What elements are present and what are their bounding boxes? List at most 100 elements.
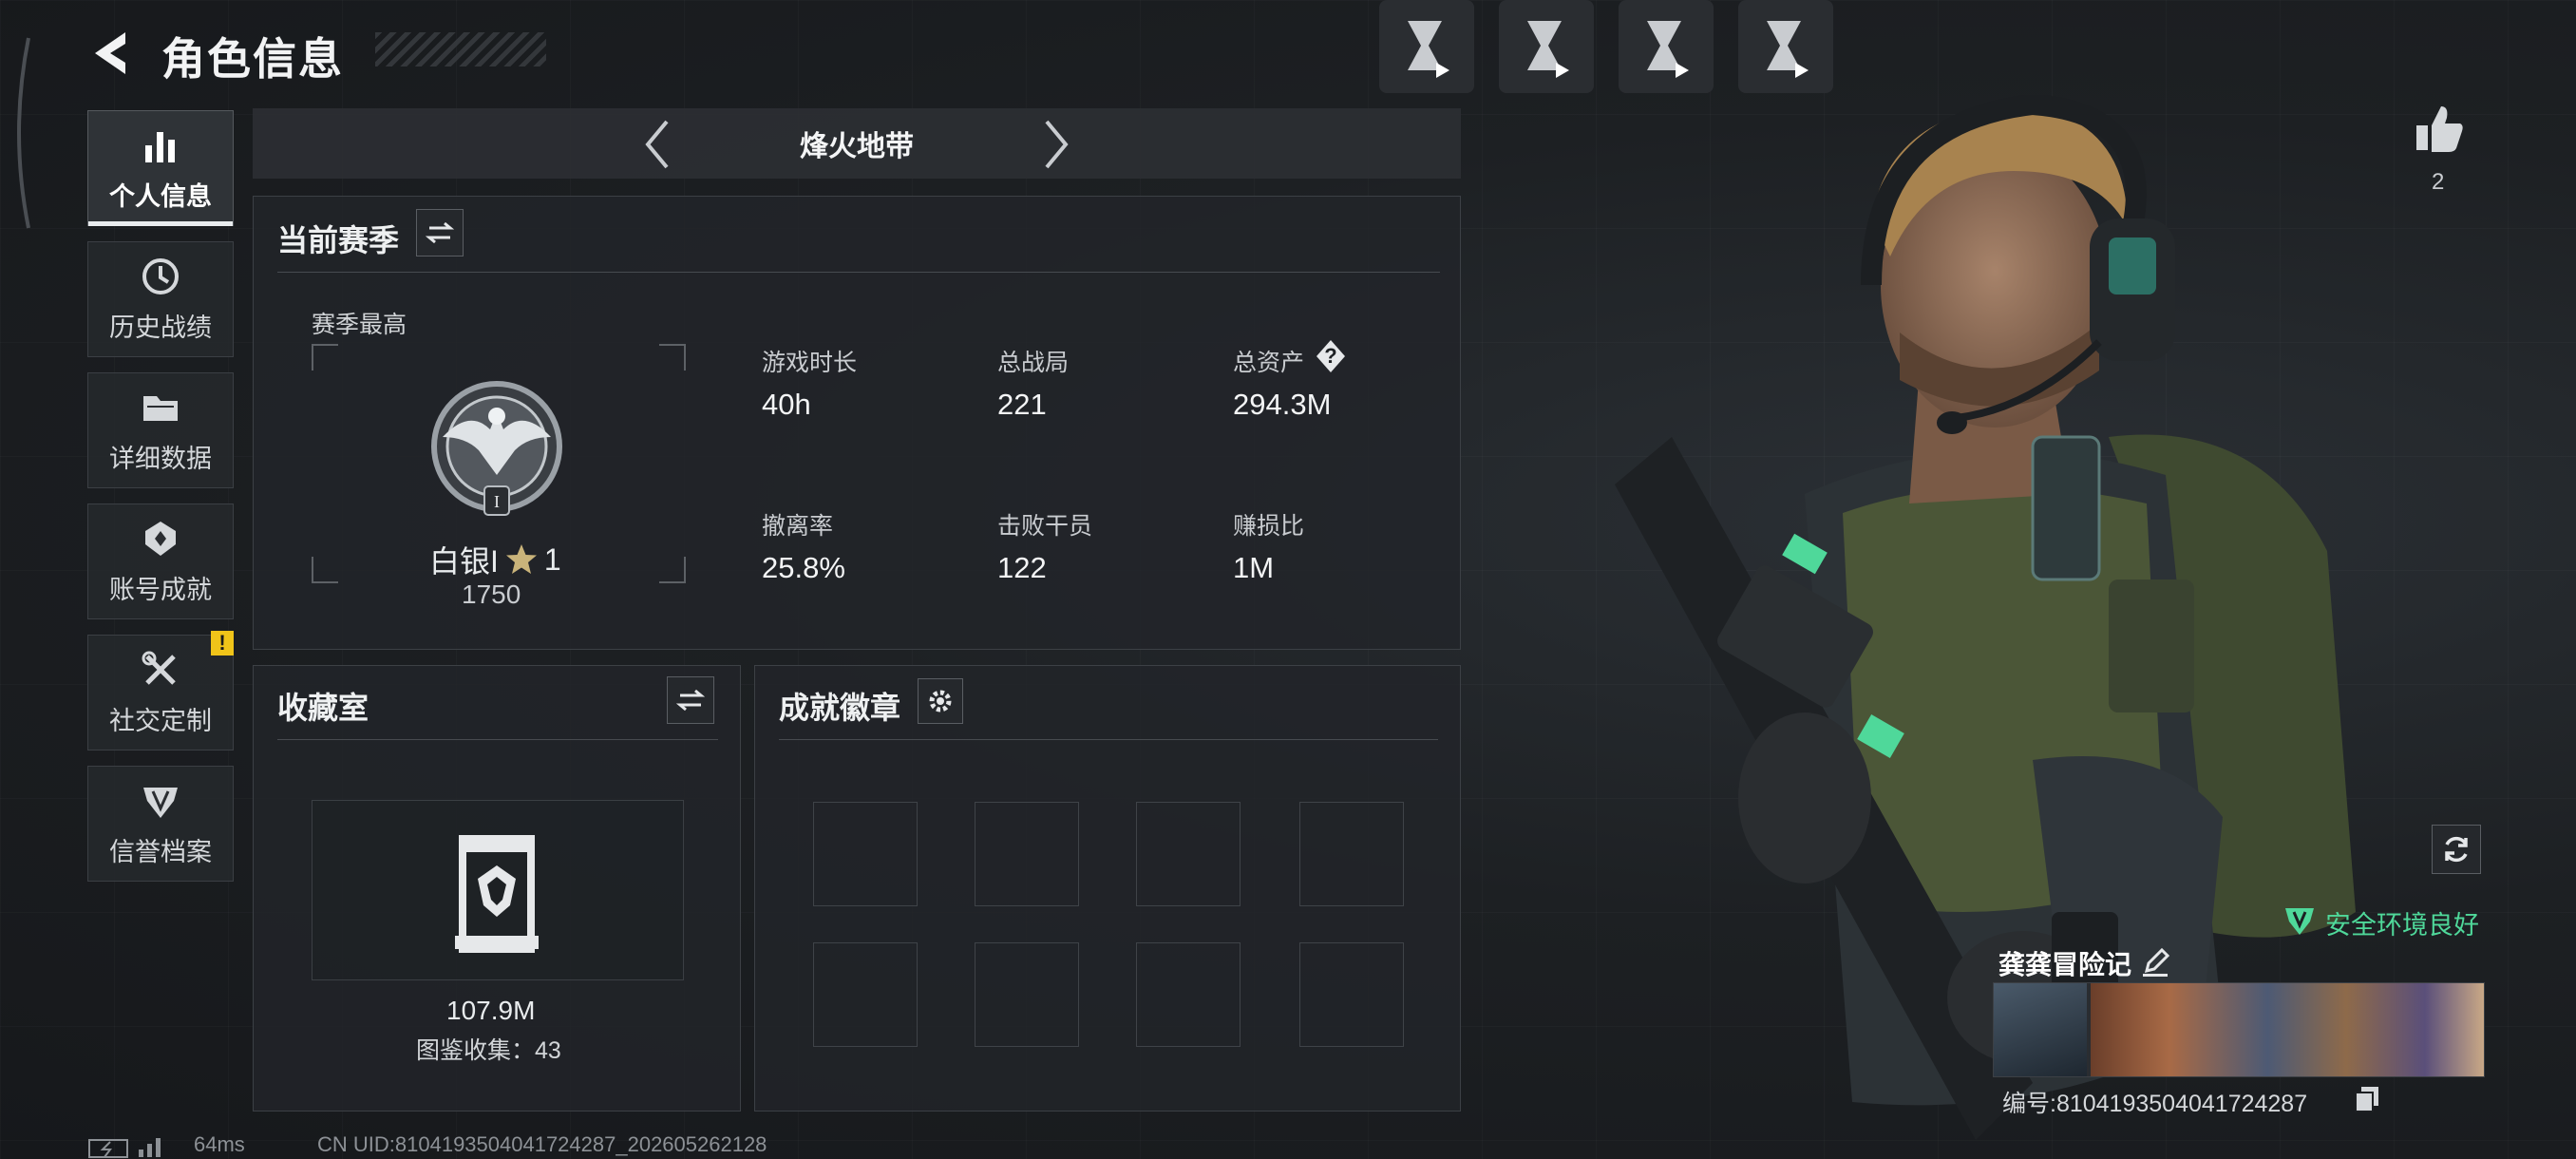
badges-title: 成就徽章 — [779, 691, 901, 725]
bar-chart-icon — [145, 131, 175, 162]
season-switch-button[interactable] — [416, 209, 464, 256]
badge-slot[interactable] — [1136, 942, 1241, 1047]
replay-button-4[interactable] — [1738, 0, 1833, 93]
replay-icon — [1408, 21, 1449, 78]
refresh-icon — [2445, 836, 2468, 863]
rank-score: 1750 — [462, 580, 521, 609]
ping-text: 64ms — [194, 1132, 245, 1156]
stat-value-extraction-rate: 25.8% — [762, 551, 845, 584]
safe-status: 安全环境良好 — [2325, 911, 2479, 940]
stat-value-play-time: 40h — [762, 388, 811, 421]
mode-next-button[interactable] — [1037, 116, 1075, 173]
collection-switch-button[interactable] — [667, 676, 714, 724]
rank-name: 白银I — [429, 544, 499, 579]
sidebar-item-detailed-data[interactable]: 详细数据 — [87, 372, 234, 488]
frame-corner — [659, 557, 686, 583]
stat-label-total-assets: 总资产 — [1233, 350, 1305, 376]
stat-value-operators-defeated: 122 — [997, 551, 1047, 584]
badges-settings-button[interactable] — [918, 678, 963, 724]
player-banner[interactable] — [1993, 982, 2485, 1077]
swap-icon — [676, 689, 705, 712]
display-case-icon — [455, 835, 539, 953]
replay-icon — [1767, 21, 1809, 78]
collection-showcase[interactable] — [312, 800, 684, 980]
banner-image — [2091, 983, 2484, 1076]
badge-slot[interactable] — [813, 942, 918, 1047]
chevron-left-icon — [645, 120, 669, 169]
rank-stars: 1 — [543, 542, 561, 577]
badge-slot[interactable] — [975, 942, 1079, 1047]
stat-label-play-time: 游戏时长 — [762, 350, 858, 376]
frame-corner — [312, 557, 338, 583]
achievement-icon — [145, 521, 176, 556]
badge-slot[interactable] — [1136, 802, 1241, 906]
sidebar-item-label: 历史战绩 — [109, 313, 212, 342]
history-clock-icon — [142, 257, 179, 294]
replay-icon — [1647, 21, 1689, 78]
title-decoration — [375, 32, 546, 66]
replay-button-2[interactable] — [1499, 0, 1594, 93]
sidebar-item-label: 详细数据 — [109, 444, 212, 473]
back-button[interactable] — [87, 28, 135, 78]
swap-icon — [426, 221, 454, 244]
notification-badge: ! — [211, 631, 234, 656]
sidebar-item-label: 信誉档案 — [109, 837, 212, 866]
page-title: 角色信息 — [161, 34, 344, 84]
copy-icon — [2355, 1087, 2378, 1112]
sidebar-item-label: 个人信息 — [109, 181, 212, 211]
rank-name-row: 白银I 1 — [429, 538, 561, 581]
back-arrow-icon — [95, 32, 125, 74]
player-avatar — [1994, 983, 2087, 1076]
like-button[interactable] — [2411, 101, 2468, 158]
badge-slot[interactable] — [975, 802, 1079, 906]
season-title: 当前赛季 — [277, 223, 400, 257]
stat-value-total-assets: 294.3M — [1233, 388, 1332, 421]
stat-value-total-matches: 221 — [997, 388, 1047, 421]
safe-shield-icon — [2285, 908, 2314, 935]
divider — [779, 739, 1438, 740]
tools-icon — [142, 651, 176, 685]
frame-corner — [312, 344, 338, 370]
edge-decoration — [17, 37, 30, 229]
stat-value-profit-loss: 1M — [1233, 551, 1275, 584]
badge-slot[interactable] — [813, 802, 918, 906]
silver-rank-emblem: I — [431, 381, 562, 516]
season-best-label: 赛季最高 — [312, 312, 407, 338]
sidebar-item-history[interactable]: 历史战绩 — [87, 241, 234, 357]
sidebar-item-achievements[interactable]: 账号成就 — [87, 504, 234, 619]
replay-icon — [1527, 21, 1569, 78]
sidebar-item-reputation[interactable]: 信誉档案 — [87, 766, 234, 882]
sidebar-item-personal-info[interactable]: 个人信息 — [87, 110, 234, 226]
frame-corner — [659, 344, 686, 370]
folder-icon — [143, 395, 178, 421]
divider — [277, 739, 718, 740]
pencil-icon — [2143, 947, 2170, 977]
edit-name-button[interactable] — [2139, 946, 2171, 978]
divider — [277, 272, 1440, 273]
player-name: 龚龚冒险记 — [1998, 950, 2132, 979]
stat-label-extraction-rate: 撤离率 — [762, 513, 834, 540]
reputation-shield-icon — [143, 787, 178, 818]
badge-slot[interactable] — [1299, 802, 1404, 906]
refresh-button[interactable] — [2432, 825, 2481, 874]
chevron-right-icon — [1045, 120, 1069, 169]
stat-label-total-matches: 总战局 — [997, 350, 1070, 376]
svg-text:I: I — [494, 492, 500, 511]
star-icon — [505, 544, 537, 574]
collection-catalog: 图鉴收集：43 — [416, 1037, 561, 1064]
collection-title: 收藏室 — [277, 691, 369, 725]
replay-button-1[interactable] — [1379, 0, 1474, 93]
badge-slot[interactable] — [1299, 942, 1404, 1047]
sidebar-item-label: 社交定制 — [109, 706, 212, 735]
collection-value: 107.9M — [446, 996, 536, 1025]
network-signal-icon — [88, 1138, 161, 1158]
replay-button-3[interactable] — [1619, 0, 1714, 93]
gear-icon — [929, 690, 952, 712]
sidebar-item-label: 账号成就 — [109, 575, 212, 604]
stat-label-operators-defeated: 击败干员 — [997, 513, 1093, 540]
player-id: 编号:8104193504041724287 — [2002, 1091, 2308, 1117]
mode-prev-button[interactable] — [638, 116, 676, 173]
copy-id-button[interactable] — [2354, 1085, 2380, 1113]
likes-count: 2 — [2432, 169, 2445, 195]
stat-label-profit-loss: 赚损比 — [1233, 513, 1305, 540]
